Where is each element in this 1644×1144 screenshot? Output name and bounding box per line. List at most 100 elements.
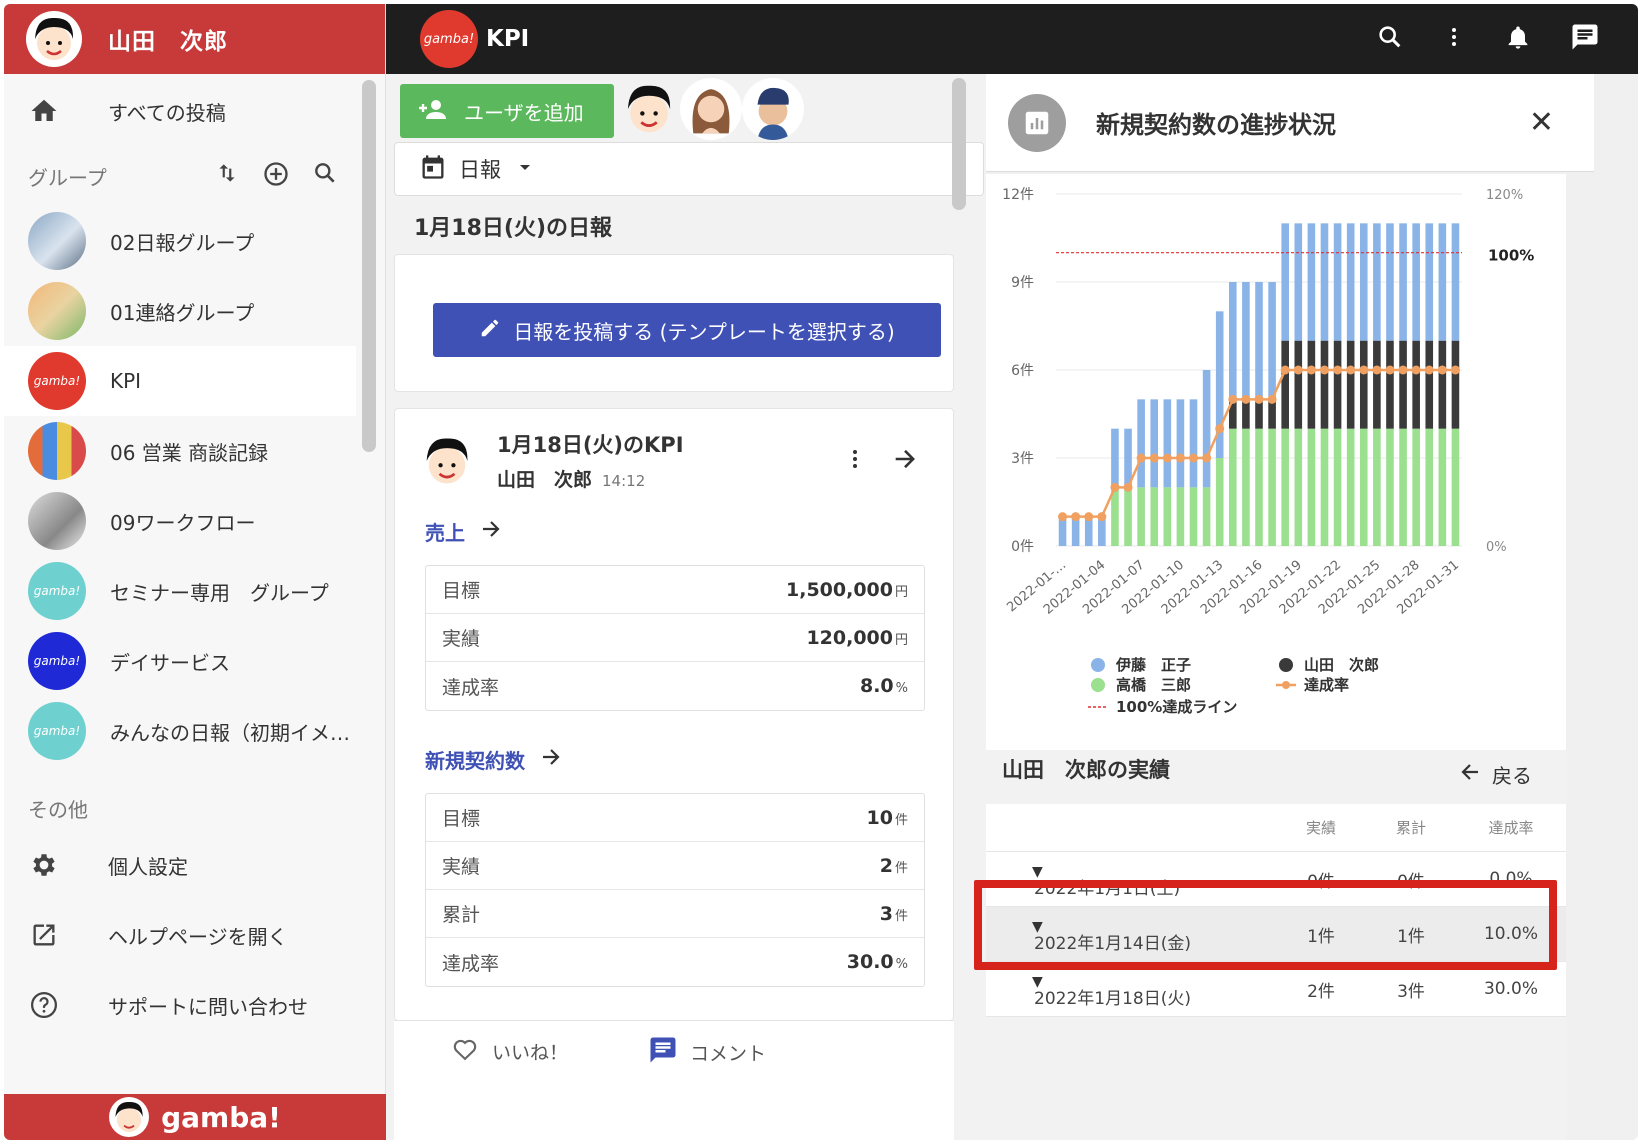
rate-point [1202, 453, 1212, 463]
sidebar-group-06[interactable]: 06 営業 商談記録 [4, 416, 356, 486]
feed-scrollbar[interactable] [952, 78, 966, 210]
legend-label: 山田 次郎 [1304, 656, 1379, 674]
y2-tick-label: 0% [1486, 540, 1507, 555]
post-report-button[interactable]: 日報を投稿する (テンプレートを選択する) [433, 303, 941, 357]
row-date-text: 2022年1月1日(土) [1034, 878, 1181, 899]
sort-icon[interactable] [214, 160, 240, 193]
rate-point [1319, 365, 1329, 375]
sidebar-group-kpi[interactable]: gamba! KPI [4, 346, 356, 416]
bar-segment [1281, 428, 1289, 546]
bar-segment [1333, 223, 1342, 341]
bar-segment [1281, 340, 1289, 429]
sidebar-group-01[interactable]: 01連絡グループ [4, 276, 356, 346]
sidebar-group-dayservice[interactable]: gamba! デイサービス [4, 626, 356, 696]
post-report-card: 日報を投稿する (テンプレートを選択する) [394, 254, 954, 392]
back-button[interactable]: 戻る [1458, 760, 1532, 789]
report-type-value: 日報 [459, 158, 501, 182]
add-group-icon[interactable] [262, 160, 290, 193]
more-vert-icon[interactable] [1442, 23, 1466, 55]
sidebar-list: すべての投稿 グループ 02日報グループ 01連絡グループ gamba! KPI… [4, 76, 356, 794]
row-value: 1,500,000 円 [786, 579, 908, 601]
rate-point [1385, 365, 1395, 375]
bar-segment [1359, 223, 1368, 341]
member-avatar[interactable] [742, 78, 804, 140]
bar-segment [1412, 223, 1420, 341]
target-annotation: 100% [1488, 247, 1534, 265]
table-row[interactable]: ▼ 2022年1月18日(火) 2件 3件 30.0% [986, 962, 1566, 1017]
table-row-selected[interactable]: ▼ 2022年1月14日(金) 1件 1件 10.0% [986, 907, 1566, 962]
bar-segment [1425, 428, 1434, 546]
arrow-forward-icon [479, 517, 503, 546]
sidebar-item-all-posts[interactable]: すべての投稿 [4, 76, 356, 146]
bell-icon[interactable] [1504, 23, 1532, 55]
close-icon[interactable]: ✕ [1529, 105, 1554, 140]
bar-segment [1320, 223, 1329, 341]
group-title: KPI [486, 26, 530, 52]
bar-segment [1176, 487, 1185, 546]
user-avatar[interactable] [26, 11, 82, 67]
gamba-logo-icon: gamba! [420, 10, 478, 68]
group-tools [214, 160, 338, 193]
row-key: 累計 [442, 904, 481, 926]
message-icon[interactable] [1570, 22, 1600, 56]
row-key: 目標 [442, 808, 481, 830]
sidebar-item-support[interactable]: サポートに問い合わせ [4, 970, 386, 1040]
row-key: 達成率 [442, 952, 500, 975]
row-key: 実績 [442, 856, 481, 878]
arrow-back-icon [1458, 760, 1482, 789]
bar-segment [1189, 399, 1198, 488]
sidebar-group-minna[interactable]: gamba! みんなの日報（初期イメ… [4, 696, 356, 766]
member-avatar[interactable] [618, 78, 680, 140]
sales-link[interactable]: 売上 [425, 517, 503, 546]
sidebar-group-02[interactable]: 02日報グループ [4, 206, 356, 276]
rate-point [1293, 365, 1303, 375]
row-key: 達成率 [442, 676, 500, 699]
bar-segment [1242, 428, 1250, 546]
row-value: 3件 [880, 903, 908, 925]
table-row[interactable]: ▼ 2022年1月1日(土) 0件 0件 0.0% [986, 852, 1566, 907]
rate-point [1411, 365, 1421, 375]
arrow-forward-icon[interactable] [891, 445, 919, 477]
rate-point [1228, 394, 1238, 404]
like-button[interactable]: いいね！ [450, 1035, 568, 1068]
caret-down-icon: ▼ [1032, 863, 1043, 880]
rate-point [1084, 512, 1094, 522]
more-vert-icon[interactable] [843, 445, 867, 477]
report-type-select[interactable]: 日報 [394, 142, 984, 196]
table-row: 累計 3 件 [426, 890, 924, 938]
back-label: 戻る [1492, 764, 1532, 788]
comment-button[interactable]: コメント [648, 1035, 766, 1070]
table-row: 実績 2 件 [426, 842, 924, 890]
sidebar-header[interactable]: 山田 次郎 [4, 4, 385, 74]
bar-segment [1333, 340, 1342, 429]
kpi-post-meta: 1月18日(火)のKPI 山田 次郎 14:12 [497, 429, 684, 492]
sidebar-item-settings[interactable]: 個人設定 [4, 830, 386, 900]
author-avatar[interactable] [417, 430, 477, 491]
sidebar-group-seminar[interactable]: gamba! セミナー専用 グループ [4, 556, 356, 626]
kpi-post-header: 1月18日(火)のKPI 山田 次郎 14:12 [417, 429, 684, 492]
rate-point [1136, 453, 1146, 463]
group-avatar [28, 212, 86, 270]
bar-segment [1399, 223, 1407, 341]
rate-point [1306, 365, 1316, 375]
row-date: ▼ 2022年1月14日(金) [986, 915, 1276, 954]
notebook-icon [28, 492, 86, 550]
sidebar-footer-brand[interactable]: gamba! [4, 1094, 386, 1140]
member-avatar[interactable] [680, 78, 742, 140]
contracts-link[interactable]: 新規契約数 [425, 745, 563, 774]
rate-point [1346, 365, 1356, 375]
search-group-icon[interactable] [312, 160, 338, 193]
value-number: 30.0 [846, 951, 894, 973]
sidebar-item-help[interactable]: ヘルプページを開く [4, 900, 386, 970]
brand-name: gamba! [161, 1100, 281, 1134]
search-icon[interactable] [1376, 23, 1404, 55]
sidebar-group-09[interactable]: 09ワークフロー [4, 486, 356, 556]
add-user-button[interactable]: ユーザを追加 [400, 84, 614, 138]
bar-segment [1124, 487, 1132, 546]
rate-point [1162, 453, 1172, 463]
sidebar-scrollbar[interactable] [362, 80, 376, 452]
bar-segment [1229, 428, 1237, 546]
sidebar-item-label: 09ワークフロー [110, 510, 256, 535]
value-number: 10 [866, 806, 893, 829]
feed-column: ユーザを追加 日報 1月18日(火)の日報 日報を投稿する (テンプレートを選択… [386, 74, 986, 1140]
